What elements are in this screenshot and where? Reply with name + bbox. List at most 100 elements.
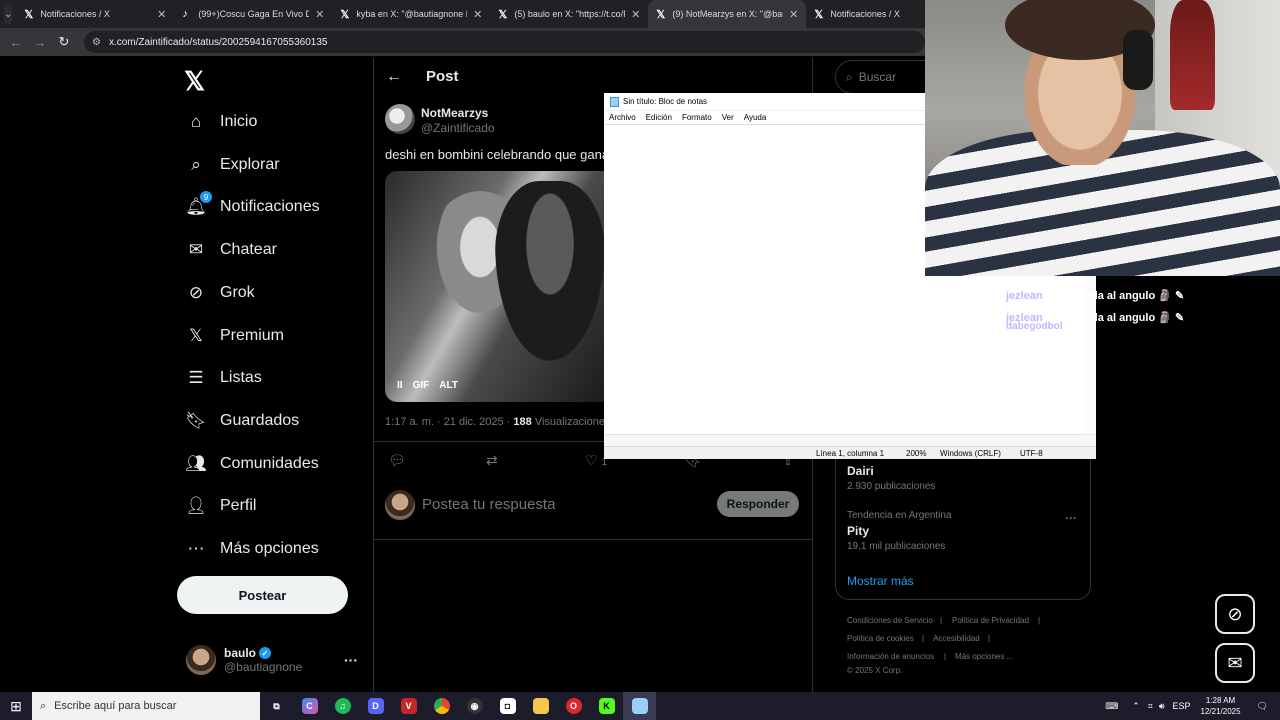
tab-search-button[interactable]: ⌄ [4,4,13,24]
search-icon: ⌕ [846,69,853,84]
obs-icon[interactable]: ◉ [458,692,491,720]
file-explorer-icon[interactable] [524,692,557,720]
copilot-icon[interactable]: C [293,692,326,720]
repost-icon[interactable]: ⇄ [486,452,498,469]
nav-item-grok[interactable]: ⊘ Grok [186,278,255,308]
post-text: deshi en bombini celebrando que gana [385,147,610,162]
pause-icon[interactable]: II [397,380,403,391]
nav-item-label: Más opciones [220,540,319,557]
footer-link[interactable]: Política de Privacidad [952,616,1029,625]
back-arrow-icon[interactable]: ← [386,68,402,86]
post-gif[interactable] [385,171,605,402]
taskbar-search[interactable]: ⌕ Escribe aquí para buscar [32,692,260,720]
reply-button[interactable]: Responder [717,491,799,517]
reload-icon[interactable]: ↻ [52,34,76,50]
back-icon[interactable]: ← [4,35,28,50]
author-avatar[interactable] [385,104,415,134]
taskbar: ⊞ ⌕ Escribe aquí para buscar ⧉ C ♫ D V ◉… [0,692,1280,720]
close-icon[interactable]: ✕ [473,8,482,21]
nav-item-perfil[interactable]: 👤︎ Perfil [185,491,256,521]
user-display-name: baulo [224,646,256,660]
page-title: Post [426,68,459,85]
notepad-title: Sin título: Bloc de notas [623,97,708,106]
site-settings-icon[interactable]: ⚙ [92,37,101,48]
x-icon: 𝕏 [498,8,508,21]
trend-name[interactable]: Dairi [847,464,874,478]
opera-icon[interactable]: O [557,692,590,720]
browser-tab[interactable]: 𝕏kyba en X: "@bautiagnone NO ✕ [332,0,490,28]
post-time[interactable]: 1:17 a. m. · 21 dic. 2025 · [385,416,513,428]
author-name[interactable]: NotMearzys [421,106,488,120]
search-input[interactable]: ⌕ Buscar [835,60,925,94]
windows-start-icon[interactable]: ⊞ [0,692,32,720]
reply-input[interactable]: Postea tu respuesta [422,496,555,513]
spotify-icon[interactable]: ♫ [326,692,359,720]
notepad-menu-edición[interactable]: Edición [646,113,672,122]
footer-link[interactable]: Accesibilidad [933,634,980,643]
post-button[interactable]: Postear [177,576,348,614]
messages-icon[interactable]: ✉ [1215,643,1255,683]
person-icon: 👤︎ [185,496,207,516]
trend-more-icon[interactable]: ··· [1065,511,1077,525]
close-icon[interactable]: ✕ [789,8,798,21]
nav-item-explorar[interactable]: ⌕ Explorar [186,150,279,180]
nav-item-listas[interactable]: ☰ Listas [186,363,262,393]
clock[interactable]: 1:28 AM 12/21/2025 [1201,695,1241,717]
reply-icon[interactable]: 💬︎ [388,452,406,469]
x-logo-icon[interactable]: 𝕏 [184,66,205,97]
alt-button[interactable]: ALT [439,380,458,391]
views-count: 188 [513,416,532,428]
kick-icon[interactable]: K [590,692,623,720]
close-icon[interactable]: ✕ [631,8,640,21]
tab-title: (99+)Coscu Gaga En Vivo Desd [198,9,310,19]
horizontal-scrollbar[interactable] [604,434,1096,446]
footer-link[interactable]: Más opciones ... [955,652,1013,661]
nav-item-inicio[interactable]: ⌂ Inicio [186,107,258,137]
nav-item-guardados[interactable]: 🔖︎ Guardados [185,406,299,436]
nav-item-más-opciones[interactable]: ⋯ Más opciones [186,534,319,564]
language-indicator[interactable]: ESP [1173,701,1191,711]
url-field[interactable]: ⚙ x.com/Zaintificado/status/200259416705… [84,31,925,53]
trend-posts: 19,1 mil publicaciones [847,541,946,552]
author-handle[interactable]: @Zaintificado [421,121,495,135]
notepad-menu-formato[interactable]: Formato [682,113,712,122]
browser-tab[interactable]: ♪ (99+)Coscu Gaga En Vivo Desd ✕ [174,0,332,28]
nav-item-label: Listas [220,369,262,387]
keyboard-icon[interactable]: ⌨ [1105,701,1118,712]
grok-icon: ⊘ [188,282,204,302]
task-view-icon[interactable]: ⧉ [260,692,293,720]
footer-link[interactable]: Política de cookies [847,634,914,643]
chevron-up-icon[interactable]: ⌃ [1132,701,1140,712]
browser-tab[interactable]: 𝕏 Notificaciones / X ✕ [16,0,174,28]
trend-name[interactable]: Pity [847,524,869,538]
chrome-icon[interactable] [425,692,458,720]
browser-tab[interactable]: 𝕏 (5) baulo en X: "https://t.co/FT ✕ [490,0,648,28]
close-icon[interactable]: ✕ [315,8,324,21]
footer-link[interactable]: Condiciones de Servicio [847,616,933,625]
nav-item-chatear[interactable]: ✉ Chatear [186,235,277,265]
network-icon[interactable]: ⌗ [1148,701,1153,712]
nav-item-notificaciones[interactable]: 🔔︎ 9 Notificaciones [185,191,320,222]
nav-item-comunidades[interactable]: 👥︎ Comunidades [185,449,319,479]
app-icon[interactable]: ◘ [491,692,524,720]
browser-tab[interactable]: 𝕏 (9) NotMearzys en X: "@bautia ✕ [648,0,807,28]
notepad-taskbar-icon[interactable] [623,692,656,720]
volume-icon[interactable]: 🔊︎ [1159,701,1165,712]
footer-link[interactable]: Información de anuncios [847,652,934,661]
account-more-icon[interactable]: ··· [344,652,358,668]
show-more-link[interactable]: Mostrar más [847,574,914,588]
app-icon[interactable]: V [392,692,425,720]
account-switcher[interactable]: baulo ✓ @bautiagnone [186,645,302,675]
close-icon[interactable]: ✕ [157,8,166,21]
notepad-menu-ver[interactable]: Ver [722,113,734,122]
trend-context: Tendencia en Argentina [847,510,952,521]
notification-icon[interactable]: 🗨︎ [1257,701,1268,712]
discord-icon[interactable]: D [359,692,392,720]
forward-icon[interactable]: → [28,35,52,50]
notepad-menu-ayuda[interactable]: Ayuda [744,113,767,122]
notepad-menu-archivo[interactable]: Archivo [609,113,636,122]
grok-icon[interactable]: ⊘ [1215,594,1255,634]
verified-icon: ✓ [259,647,271,659]
nav-item-premium[interactable]: 𝕏 Premium [186,321,284,351]
webcam-overlay [925,0,1280,276]
